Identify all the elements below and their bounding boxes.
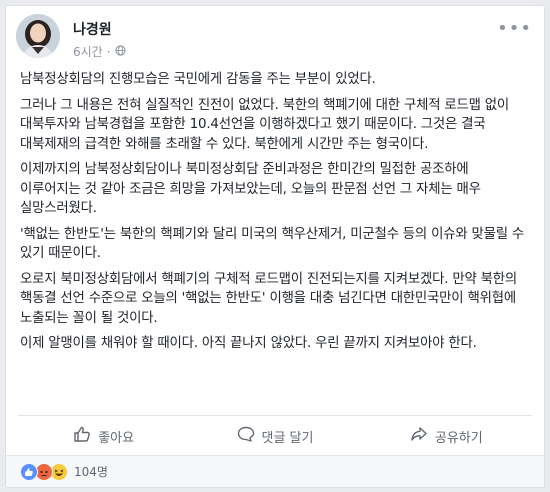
- post-card: 나경원 6시간 · ••• 남북정상회담의 진행모습은 국민에게 감동을 주는 …: [5, 5, 545, 488]
- post-body: 남북정상회담의 진행모습은 국민에게 감동을 주는 부분이 있었다. 그러나 그…: [20, 70, 532, 360]
- post-paragraph: 남북정상회담의 진행모습은 국민에게 감동을 주는 부분이 있었다.: [20, 72, 376, 87]
- author-name[interactable]: 나경원: [73, 19, 112, 39]
- post-paragraph: 이제 알맹이를 채워야 할 때이다. 아직 끝나지 않았다. 우린 끝까지 지켜…: [20, 336, 477, 351]
- globe-icon: [114, 44, 126, 59]
- author-avatar[interactable]: [16, 14, 60, 58]
- share-button[interactable]: 공유하기: [361, 420, 532, 452]
- post-header: 나경원 6시간 · •••: [16, 14, 534, 66]
- reactions-bar[interactable]: 104명: [6, 455, 544, 487]
- action-bar: 좋아요 댓글 달기 공유하기: [18, 420, 532, 452]
- like-reaction-icon: [20, 462, 38, 481]
- share-label: 공유하기: [434, 430, 483, 446]
- comment-icon: [237, 425, 255, 447]
- comment-label: 댓글 달기: [261, 430, 314, 446]
- more-options-icon[interactable]: •••: [497, 18, 532, 39]
- post-time[interactable]: 6시간: [73, 43, 103, 60]
- reaction-count[interactable]: 104명: [74, 463, 108, 480]
- comment-button[interactable]: 댓글 달기: [189, 420, 360, 452]
- share-arrow-icon: [410, 425, 428, 447]
- post-paragraph: 그러나 그 내용은 전혀 실질적인 진전이 없었다. 북한의 핵폐기에 대한 구…: [20, 97, 510, 152]
- post-meta: 6시간 ·: [73, 43, 126, 60]
- like-label: 좋아요: [98, 430, 135, 446]
- like-button[interactable]: 좋아요: [18, 420, 189, 452]
- meta-separator: ·: [106, 44, 111, 59]
- actions-divider: [18, 415, 532, 416]
- post-paragraph: 오로지 북미정상회담에서 핵폐기의 구체적 로드맵이 진전되는지를 지켜보겠다.…: [20, 271, 518, 326]
- post-paragraph: 이제까지의 남북정상회담이나 북미정상회담 준비과정은 한미간의 밀접한 공조하…: [20, 162, 481, 216]
- thumbs-up-icon: [73, 425, 91, 447]
- post-paragraph: '핵없는 한반도'는 북한의 핵폐기와 달리 미국의 핵우산제거, 미군철수 등…: [20, 226, 525, 262]
